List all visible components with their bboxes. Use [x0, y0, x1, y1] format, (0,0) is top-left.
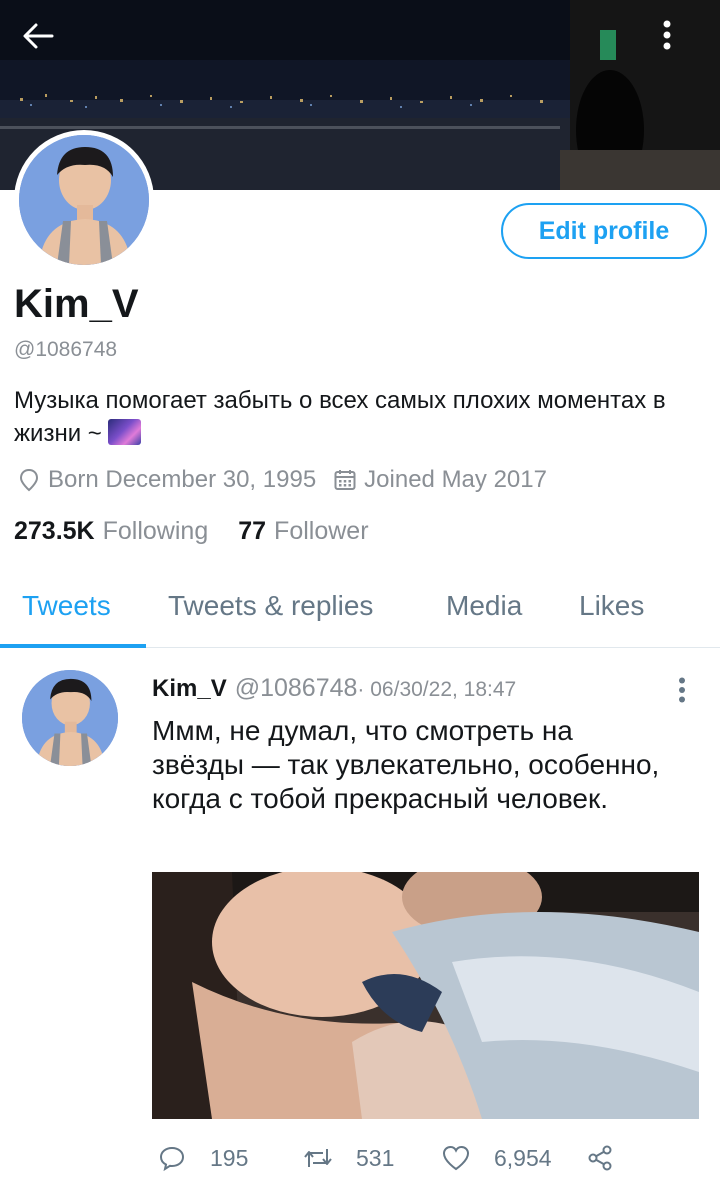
like-count: 6,954 — [494, 1144, 552, 1171]
tweet-date: · 06/30/22, 18:47 — [357, 678, 517, 701]
followers-label: Follower — [274, 517, 369, 545]
followers-count: 77 — [238, 517, 267, 545]
profile-meta: Born December 30, 1995 Joined May 2017 — [16, 466, 547, 494]
heart-icon — [440, 1142, 472, 1174]
tab-tweets[interactable]: Tweets — [22, 590, 111, 622]
share-icon — [584, 1142, 616, 1174]
tweet-avatar[interactable] — [22, 670, 118, 766]
avatar-image — [19, 135, 149, 265]
retweet-action[interactable]: 531 — [302, 1138, 394, 1178]
tweet-header: Kim_V @1086748 · 06/30/22, 18:47 — [152, 674, 516, 703]
calendar-icon — [332, 467, 358, 493]
tweet-author-handle: @1086748 — [234, 674, 358, 702]
more-vertical-icon — [663, 20, 671, 50]
profile-bio: Музыка помогает забыть о всех самых плох… — [14, 384, 704, 450]
tab-likes[interactable]: Likes — [579, 590, 644, 622]
retweet-count: 531 — [356, 1144, 395, 1171]
birth-date: Born December 30, 1995 — [48, 466, 317, 493]
comment-icon — [156, 1142, 188, 1174]
profile-name: Kim_V — [14, 282, 139, 326]
share-action[interactable] — [584, 1138, 638, 1178]
tab-media[interactable]: Media — [446, 590, 522, 622]
tweet-photo — [152, 872, 699, 1119]
tweet-menu-button[interactable] — [668, 672, 696, 708]
profile-tabs: Tweets Tweets & replies Media Likes — [0, 580, 720, 648]
galaxy-emoji-icon — [108, 419, 142, 445]
more-vertical-icon — [679, 677, 685, 703]
profile-handle: @1086748 — [14, 338, 118, 361]
joined-date: Joined May 2017 — [364, 466, 547, 493]
arrow-left-icon — [23, 23, 54, 49]
profile-avatar[interactable] — [14, 130, 154, 270]
tweet-author-name[interactable]: Kim_V — [152, 675, 227, 703]
retweet-icon — [302, 1142, 334, 1174]
active-tab-indicator — [0, 644, 146, 648]
reply-action[interactable]: 195 — [156, 1138, 248, 1178]
tweet-text: Ммм, не думал, что смотреть на звёзды — … — [152, 715, 660, 814]
profile-stats: 273.5K Following 77 Follower — [14, 517, 369, 546]
followers-link[interactable]: 77 Follower — [238, 517, 368, 546]
back-button[interactable] — [22, 22, 74, 70]
following-link[interactable]: 273.5K Following — [14, 517, 208, 546]
avatar-photo — [19, 135, 149, 265]
following-count: 273.5K — [14, 517, 95, 545]
edit-profile-button[interactable]: Edit profile — [501, 203, 707, 259]
profile-menu-button[interactable] — [662, 20, 702, 68]
following-label: Following — [102, 517, 209, 545]
like-action[interactable]: 6,954 — [440, 1138, 552, 1178]
tweet-media-image[interactable] — [152, 872, 699, 1119]
avatar-image — [22, 670, 118, 766]
tweet-actions: 195 531 6,954 — [156, 1138, 636, 1178]
location-pin-icon — [16, 467, 42, 493]
tab-tweets-replies[interactable]: Tweets & replies — [168, 590, 373, 622]
reply-count: 195 — [210, 1144, 249, 1171]
